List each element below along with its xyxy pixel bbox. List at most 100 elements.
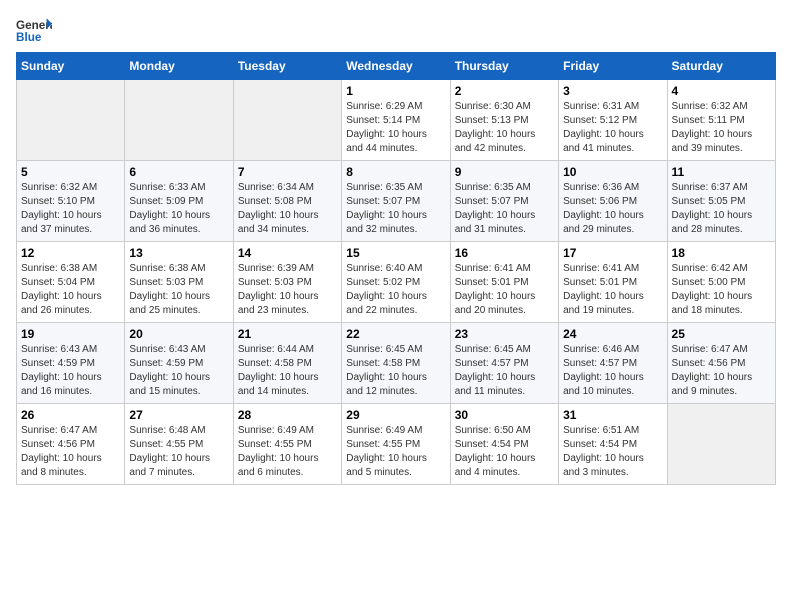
day-info: Sunrise: 6:30 AM Sunset: 5:13 PM Dayligh… — [455, 100, 554, 156]
day-cell: 3Sunrise: 6:31 AM Sunset: 5:12 PM Daylig… — [559, 80, 667, 161]
day-cell: 20Sunrise: 6:43 AM Sunset: 4:59 PM Dayli… — [125, 323, 233, 404]
day-number: 23 — [455, 327, 554, 341]
week-row-3: 12 Sunrise: 6:38 AM Sunset: 5:04 PM Dayli… — [17, 242, 776, 323]
day-number: 14 — [238, 246, 337, 260]
day-cell: 14 Sunrise: 6:39 AM Sunset: 5:03 PM Dayli… — [233, 242, 341, 323]
day-cell: 12 Sunrise: 6:38 AM Sunset: 5:04 PM Dayli… — [17, 242, 125, 323]
day-number: 9 — [455, 165, 554, 179]
day-cell: 27 Sunrise: 6:48 AM Sunset: 4:55 PM Dayli… — [125, 404, 233, 485]
day-number: 28 — [238, 408, 337, 422]
col-header-tuesday: Tuesday — [233, 53, 341, 80]
day-info: Sunrise: 6:50 AM Sunset: 4:54 PM Dayligh… — [455, 424, 554, 480]
day-number: 4 — [672, 84, 771, 98]
day-number: 13 — [129, 246, 228, 260]
logo-icon: General Blue — [16, 16, 52, 44]
day-number: 7 — [238, 165, 337, 179]
day-number: 11 — [672, 165, 771, 179]
day-info: Sunrise: 6:38 AM Sunset: 5:04 PM Dayligh… — [21, 262, 120, 318]
day-number: 10 — [563, 165, 662, 179]
col-header-thursday: Thursday — [450, 53, 558, 80]
day-cell: 7Sunrise: 6:34 AM Sunset: 5:08 PM Daylig… — [233, 161, 341, 242]
day-info: Sunrise: 6:41 AM Sunset: 5:01 PM Dayligh… — [563, 262, 662, 318]
svg-text:Blue: Blue — [16, 31, 42, 44]
day-cell: 5Sunrise: 6:32 AM Sunset: 5:10 PM Daylig… — [17, 161, 125, 242]
day-number: 29 — [346, 408, 445, 422]
day-number: 3 — [563, 84, 662, 98]
day-cell: 2 Sunrise: 6:30 AM Sunset: 5:13 PM Daylig… — [450, 80, 558, 161]
day-number: 18 — [672, 246, 771, 260]
day-info: Sunrise: 6:47 AM Sunset: 4:56 PM Dayligh… — [672, 343, 771, 399]
day-cell: 29 Sunrise: 6:49 AM Sunset: 4:55 PM Dayli… — [342, 404, 450, 485]
day-cell — [17, 80, 125, 161]
day-cell: 25 Sunrise: 6:47 AM Sunset: 4:56 PM Dayli… — [667, 323, 775, 404]
day-info: Sunrise: 6:32 AM Sunset: 5:10 PM Dayligh… — [21, 181, 120, 237]
day-cell: 13 Sunrise: 6:38 AM Sunset: 5:03 PM Dayli… — [125, 242, 233, 323]
logo: General Blue — [16, 16, 52, 44]
day-info: Sunrise: 6:49 AM Sunset: 4:55 PM Dayligh… — [346, 424, 445, 480]
day-number: 16 — [455, 246, 554, 260]
day-cell: 16 Sunrise: 6:41 AM Sunset: 5:01 PM Dayli… — [450, 242, 558, 323]
day-number: 2 — [455, 84, 554, 98]
day-info: Sunrise: 6:38 AM Sunset: 5:03 PM Dayligh… — [129, 262, 228, 318]
day-cell: 9 Sunrise: 6:35 AM Sunset: 5:07 PM Daylig… — [450, 161, 558, 242]
day-cell: 23 Sunrise: 6:45 AM Sunset: 4:57 PM Dayli… — [450, 323, 558, 404]
day-info: Sunrise: 6:44 AM Sunset: 4:58 PM Dayligh… — [238, 343, 337, 399]
day-info: Sunrise: 6:33 AM Sunset: 5:09 PM Dayligh… — [129, 181, 228, 237]
day-number: 24 — [563, 327, 662, 341]
week-row-5: 26Sunrise: 6:47 AM Sunset: 4:56 PM Dayli… — [17, 404, 776, 485]
day-number: 19 — [21, 327, 120, 341]
day-info: Sunrise: 6:41 AM Sunset: 5:01 PM Dayligh… — [455, 262, 554, 318]
day-info: Sunrise: 6:46 AM Sunset: 4:57 PM Dayligh… — [563, 343, 662, 399]
day-cell: 31Sunrise: 6:51 AM Sunset: 4:54 PM Dayli… — [559, 404, 667, 485]
day-cell — [667, 404, 775, 485]
day-info: Sunrise: 6:43 AM Sunset: 4:59 PM Dayligh… — [129, 343, 228, 399]
day-info: Sunrise: 6:35 AM Sunset: 5:07 PM Dayligh… — [346, 181, 445, 237]
col-header-saturday: Saturday — [667, 53, 775, 80]
day-cell — [233, 80, 341, 161]
week-row-4: 19 Sunrise: 6:43 AM Sunset: 4:59 PM Dayli… — [17, 323, 776, 404]
day-info: Sunrise: 6:49 AM Sunset: 4:55 PM Dayligh… — [238, 424, 337, 480]
day-info: Sunrise: 6:43 AM Sunset: 4:59 PM Dayligh… — [21, 343, 120, 399]
day-cell: 22 Sunrise: 6:45 AM Sunset: 4:58 PM Dayli… — [342, 323, 450, 404]
day-info: Sunrise: 6:45 AM Sunset: 4:57 PM Dayligh… — [455, 343, 554, 399]
day-cell: 24 Sunrise: 6:46 AM Sunset: 4:57 PM Dayli… — [559, 323, 667, 404]
day-cell: 8 Sunrise: 6:35 AM Sunset: 5:07 PM Daylig… — [342, 161, 450, 242]
day-cell: 30 Sunrise: 6:50 AM Sunset: 4:54 PM Dayli… — [450, 404, 558, 485]
day-cell — [125, 80, 233, 161]
day-info: Sunrise: 6:45 AM Sunset: 4:58 PM Dayligh… — [346, 343, 445, 399]
day-number: 21 — [238, 327, 337, 341]
day-number: 27 — [129, 408, 228, 422]
col-header-monday: Monday — [125, 53, 233, 80]
day-number: 8 — [346, 165, 445, 179]
day-info: Sunrise: 6:47 AM Sunset: 4:56 PM Dayligh… — [21, 424, 120, 480]
day-cell: 6Sunrise: 6:33 AM Sunset: 5:09 PM Daylig… — [125, 161, 233, 242]
day-info: Sunrise: 6:35 AM Sunset: 5:07 PM Dayligh… — [455, 181, 554, 237]
day-number: 17 — [563, 246, 662, 260]
col-header-wednesday: Wednesday — [342, 53, 450, 80]
col-header-friday: Friday — [559, 53, 667, 80]
day-info: Sunrise: 6:32 AM Sunset: 5:11 PM Dayligh… — [672, 100, 771, 156]
day-info: Sunrise: 6:39 AM Sunset: 5:03 PM Dayligh… — [238, 262, 337, 318]
calendar-table: SundayMondayTuesdayWednesdayThursdayFrid… — [16, 52, 776, 485]
day-cell: 10Sunrise: 6:36 AM Sunset: 5:06 PM Dayli… — [559, 161, 667, 242]
day-info: Sunrise: 6:42 AM Sunset: 5:00 PM Dayligh… — [672, 262, 771, 318]
day-cell: 21 Sunrise: 6:44 AM Sunset: 4:58 PM Dayli… — [233, 323, 341, 404]
day-cell: 26Sunrise: 6:47 AM Sunset: 4:56 PM Dayli… — [17, 404, 125, 485]
day-number: 12 — [21, 246, 120, 260]
day-info: Sunrise: 6:40 AM Sunset: 5:02 PM Dayligh… — [346, 262, 445, 318]
week-row-1: 1Sunrise: 6:29 AM Sunset: 5:14 PM Daylig… — [17, 80, 776, 161]
day-info: Sunrise: 6:51 AM Sunset: 4:54 PM Dayligh… — [563, 424, 662, 480]
col-header-sunday: Sunday — [17, 53, 125, 80]
day-info: Sunrise: 6:48 AM Sunset: 4:55 PM Dayligh… — [129, 424, 228, 480]
week-row-2: 5Sunrise: 6:32 AM Sunset: 5:10 PM Daylig… — [17, 161, 776, 242]
page-header: General Blue — [16, 16, 776, 44]
day-cell: 18 Sunrise: 6:42 AM Sunset: 5:00 PM Dayli… — [667, 242, 775, 323]
day-number: 25 — [672, 327, 771, 341]
day-cell: 28 Sunrise: 6:49 AM Sunset: 4:55 PM Dayli… — [233, 404, 341, 485]
day-info: Sunrise: 6:29 AM Sunset: 5:14 PM Dayligh… — [346, 100, 445, 156]
day-number: 15 — [346, 246, 445, 260]
day-cell: 4 Sunrise: 6:32 AM Sunset: 5:11 PM Daylig… — [667, 80, 775, 161]
day-number: 30 — [455, 408, 554, 422]
day-number: 22 — [346, 327, 445, 341]
day-cell: 17 Sunrise: 6:41 AM Sunset: 5:01 PM Dayli… — [559, 242, 667, 323]
